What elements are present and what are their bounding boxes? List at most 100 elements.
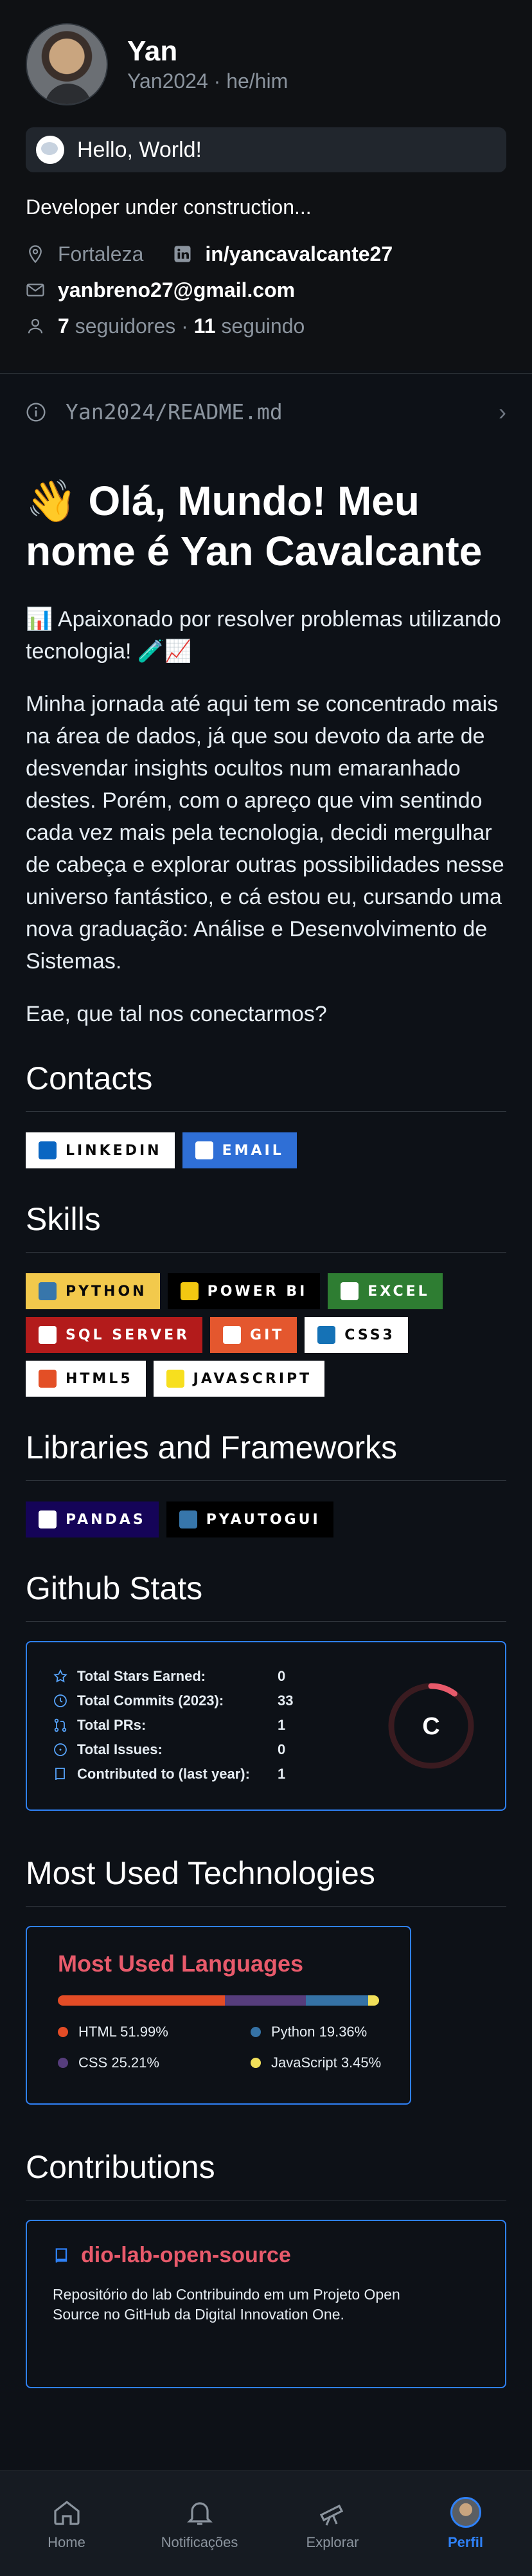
chevron-right-icon: › <box>499 398 506 425</box>
languages-legend: HTML 51.99% Python 19.36% CSS 25.21% JavaSc… <box>58 2024 381 2071</box>
badge-label: SQL SERVER <box>66 1327 190 1343</box>
repo-card[interactable]: dio-lab-open-source Repositório do lab C… <box>26 2220 506 2388</box>
status-text: Hello, World! <box>77 137 202 162</box>
stat-label: Total PRs: <box>77 1717 146 1733</box>
profile-login: Yan2024 · he/him <box>127 69 288 93</box>
repo-icon <box>55 2247 67 2263</box>
linkedin-link[interactable]: in/yancavalcante27 <box>205 236 393 272</box>
badge-label: PANDAS <box>66 1511 146 1528</box>
legend-dot-icon <box>251 2058 261 2068</box>
language-legend-item: Python 19.36% <box>251 2024 392 2040</box>
badge-git[interactable]: GIT <box>210 1317 297 1353</box>
badge-label: EMAIL <box>222 1142 284 1159</box>
nav-notifications[interactable]: Notificações <box>133 2471 266 2576</box>
readme-closing: Eae, que tal nos conectarmos? <box>26 1002 327 1026</box>
badge-css3[interactable]: CSS3 <box>305 1317 408 1353</box>
info-icon <box>26 402 46 422</box>
badge-label: PYAUTOGUI <box>206 1511 321 1528</box>
github-stats-card[interactable]: Total Stars Earned: 0 Total Commits (2023)… <box>26 1641 506 1811</box>
contacts-badges: LINKEDIN EMAIL <box>26 1132 506 1168</box>
avatar[interactable] <box>26 23 108 105</box>
nav-explore-label: Explorar <box>306 2534 359 2550</box>
readme-header[interactable]: Yan2024/README.md › <box>0 373 532 450</box>
profile-avatar-icon <box>450 2496 481 2528</box>
status-message[interactable]: Hello, World! <box>26 127 506 172</box>
nav-explore[interactable]: Explorar <box>266 2471 399 2576</box>
readme-intro: 📊 Apaixonado por resolver problemas util… <box>26 607 501 664</box>
badge-label: HTML5 <box>66 1370 133 1387</box>
star-icon <box>53 1669 67 1683</box>
language-segment-css <box>224 1995 306 2006</box>
legend-label: JavaScript 3.45% <box>271 2054 382 2071</box>
language-segment-javascript <box>368 1995 379 2006</box>
legend-dot-icon <box>251 2027 261 2037</box>
stat-label: Total Commits (2023): <box>77 1692 224 1709</box>
location-text: Fortaleza <box>58 242 144 266</box>
badge-pyautogui[interactable]: PYAUTOGUI <box>166 1501 333 1537</box>
stat-value: 1 <box>278 1717 286 1733</box>
profile-name: Yan <box>127 35 178 67</box>
language-legend-item: HTML 51.99% <box>58 2024 251 2040</box>
pandas-icon <box>39 1510 57 1528</box>
language-legend-item: JavaScript 3.45% <box>251 2054 392 2071</box>
badge-javascript[interactable]: JAVASCRIPT <box>153 1361 325 1397</box>
profile-names: Yan Yan2024 · he/him <box>127 35 288 94</box>
stat-value: 0 <box>278 1741 286 1757</box>
issue-icon <box>54 1743 67 1756</box>
location-icon <box>29 245 42 264</box>
skills-section: Skills PYTHON POWER BI EXCEL SQL SERVER GIT C… <box>26 1201 506 1397</box>
stat-row: Contributed to (last year): 1 <box>53 1762 383 1786</box>
badge-label: PYTHON <box>66 1283 147 1300</box>
libraries-heading: Libraries and Frameworks <box>26 1429 506 1481</box>
repo-name[interactable]: dio-lab-open-source <box>81 2243 291 2268</box>
profile-top: Yan Yan2024 · he/him <box>26 23 506 105</box>
history-icon <box>54 1694 67 1707</box>
legend-label: CSS 25.21% <box>78 2054 159 2071</box>
badge-label: GIT <box>250 1327 285 1343</box>
badge-html5[interactable]: HTML5 <box>26 1361 146 1397</box>
nav-profile-label: Perfil <box>447 2534 484 2550</box>
badge-email[interactable]: EMAIL <box>182 1132 297 1168</box>
badge-power-bi[interactable]: POWER BI <box>167 1273 321 1309</box>
legend-label: HTML 51.99% <box>78 2024 168 2040</box>
libraries-section: Libraries and Frameworks PANDAS PYAUTOGUI <box>26 1429 506 1537</box>
badge-python[interactable]: PYTHON <box>26 1273 160 1309</box>
nav-profile[interactable]: Perfil <box>399 2471 532 2576</box>
stat-row: Total Issues: 0 <box>53 1737 383 1762</box>
repo-icon <box>55 1768 65 1781</box>
python-icon <box>39 1282 57 1300</box>
profile-meta: Fortaleza in/yancavalcante27 yanbreno27@… <box>26 236 506 344</box>
badge-linkedin[interactable]: LINKEDIN <box>26 1132 175 1168</box>
badge-pandas[interactable]: PANDAS <box>26 1501 159 1537</box>
nav-home[interactable]: Home <box>0 2471 133 2576</box>
html5-icon <box>39 1370 57 1388</box>
stat-value: 0 <box>278 1668 286 1684</box>
followers-row[interactable]: 7 seguidores · 11 seguindo <box>26 308 506 344</box>
followers-label: seguidores <box>75 314 176 338</box>
sql-server-icon <box>39 1326 57 1344</box>
contributions-heading: Contributions <box>26 2148 506 2200</box>
home-icon <box>53 2500 80 2525</box>
grade-letter: C <box>422 1713 439 1740</box>
following-label: seguindo <box>221 314 305 338</box>
most-used-section: Most Used Technologies Most Used Languag… <box>26 1855 506 2105</box>
badge-label: CSS3 <box>344 1327 395 1343</box>
email-link[interactable]: yanbreno27@gmail.com <box>58 272 295 308</box>
repo-description: Repositório do lab Contribuindo em um Pr… <box>53 2286 400 2323</box>
most-used-heading: Most Used Technologies <box>26 1855 506 1907</box>
github-stats-section: Github Stats Total Stars Earned: 0 Total C… <box>26 1570 506 1811</box>
grade-ring-graphic: C <box>388 1683 474 1769</box>
badge-excel[interactable]: EXCEL <box>328 1273 443 1309</box>
badge-label: LINKEDIN <box>66 1142 162 1159</box>
badge-label: JAVASCRIPT <box>193 1370 312 1387</box>
telescope-icon <box>319 2504 343 2526</box>
contributions-section: Contributions dio-lab-open-source Reposi… <box>26 2148 506 2388</box>
mail-icon <box>26 284 44 296</box>
nav-home-label: Home <box>48 2534 85 2550</box>
languages-card[interactable]: Most Used Languages HTML 51.99% Python 19… <box>26 1926 411 2105</box>
stats-list: Total Stars Earned: 0 Total Commits (2023)… <box>53 1664 383 1788</box>
following-count: 11 <box>193 314 216 338</box>
github-stats-heading: Github Stats <box>26 1570 506 1622</box>
readme-content: 👋 Olá, Mundo! Meu nome é Yan Cavalcante … <box>26 476 506 2388</box>
badge-sql-server[interactable]: SQL SERVER <box>26 1317 203 1353</box>
